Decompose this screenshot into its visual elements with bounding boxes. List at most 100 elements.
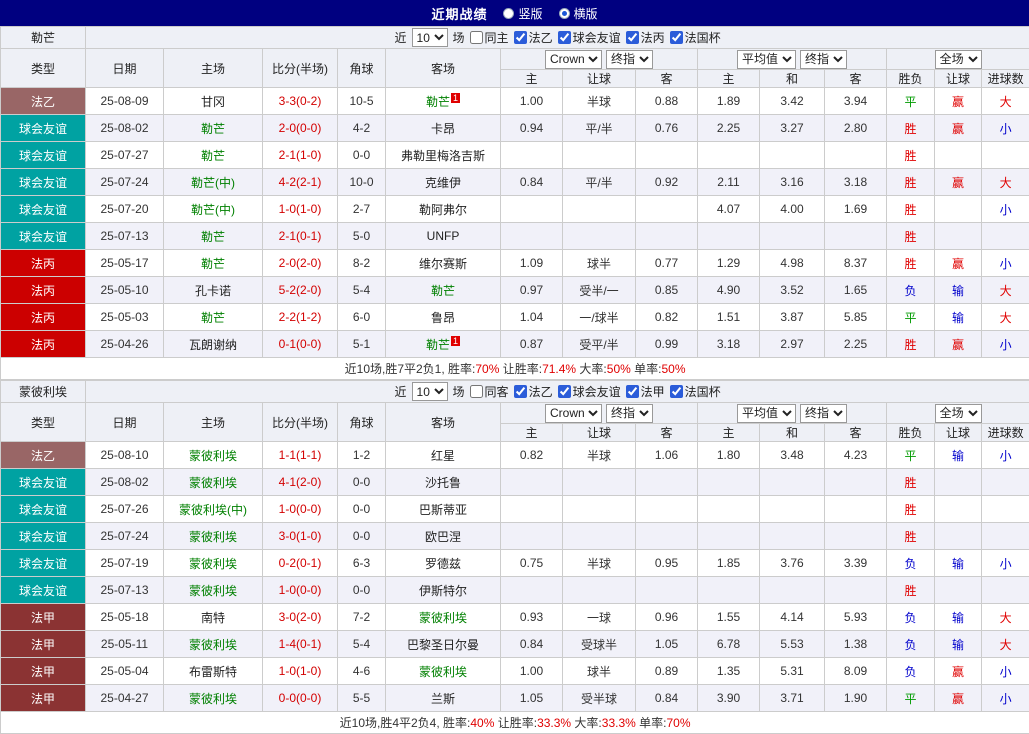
same-home-filter[interactable]: 同主 xyxy=(470,29,509,46)
score[interactable]: 1-0(1-0) xyxy=(263,196,338,223)
score[interactable]: 1-0(1-0) xyxy=(263,658,338,685)
odds-stage-select[interactable]: 终指 xyxy=(606,404,653,423)
league-checkbox[interactable] xyxy=(558,385,571,398)
away-team[interactable]: 维尔赛斯 xyxy=(386,250,501,277)
score[interactable]: 3-0(1-0) xyxy=(263,523,338,550)
home-team[interactable]: 甘冈 xyxy=(164,88,263,115)
home-team[interactable]: 勒芒 xyxy=(164,142,263,169)
score[interactable]: 0-1(0-0) xyxy=(263,331,338,358)
league-filter-option[interactable]: 法丙 xyxy=(626,29,665,46)
radio-horizontal-icon[interactable] xyxy=(559,8,570,19)
home-team[interactable]: 蒙彼利埃 xyxy=(164,577,263,604)
away-team[interactable]: 兰斯 xyxy=(386,685,501,712)
league-checkbox[interactable] xyxy=(670,385,683,398)
away-team[interactable]: 蒙彼利埃 xyxy=(386,658,501,685)
home-team[interactable]: 勒芒(中) xyxy=(164,169,263,196)
away-team[interactable]: 欧巴涅 xyxy=(386,523,501,550)
odds-source-select[interactable]: Crown xyxy=(545,404,602,423)
away-team[interactable]: 蒙彼利埃 xyxy=(386,604,501,631)
average-select[interactable]: 平均值 xyxy=(737,404,796,423)
league-filter-option[interactable]: 球会友谊 xyxy=(558,29,621,46)
home-team[interactable]: 勒芒 xyxy=(164,115,263,142)
score[interactable]: 1-0(0-0) xyxy=(263,577,338,604)
home-team[interactable]: 蒙彼利埃 xyxy=(164,550,263,577)
league-checkbox[interactable] xyxy=(514,385,527,398)
goals-result-cell: 大 xyxy=(982,631,1029,658)
odds-source-select[interactable]: Crown xyxy=(545,50,602,69)
layout-option-horizontal[interactable]: 横版 xyxy=(559,5,598,22)
away-team[interactable]: UNFP xyxy=(386,223,501,250)
avg-draw-odds: 2.97 xyxy=(760,331,825,358)
score[interactable]: 0-0(0-0) xyxy=(263,685,338,712)
avg-away-odds: 5.85 xyxy=(825,304,887,331)
league-checkbox[interactable] xyxy=(558,31,571,44)
match-count-select[interactable]: 10 xyxy=(412,28,448,47)
same-away-checkbox[interactable] xyxy=(470,385,483,398)
score[interactable]: 5-2(2-0) xyxy=(263,277,338,304)
scope-select[interactable]: 全场 xyxy=(935,404,982,423)
away-team-name: UNFP xyxy=(427,229,460,243)
scope-select[interactable]: 全场 xyxy=(935,50,982,69)
away-team[interactable]: 沙托鲁 xyxy=(386,469,501,496)
home-team[interactable]: 蒙彼利埃(中) xyxy=(164,496,263,523)
home-team[interactable]: 蒙彼利埃 xyxy=(164,469,263,496)
same-home-checkbox[interactable] xyxy=(470,31,483,44)
score[interactable]: 2-1(1-0) xyxy=(263,142,338,169)
league-filter-option[interactable]: 法国杯 xyxy=(670,29,721,46)
away-team[interactable]: 卡昂 xyxy=(386,115,501,142)
league-filter-option[interactable]: 法乙 xyxy=(514,383,553,400)
score[interactable]: 3-3(0-2) xyxy=(263,88,338,115)
away-team[interactable]: 克维伊 xyxy=(386,169,501,196)
layout-option-vertical[interactable]: 竖版 xyxy=(503,5,542,22)
home-team[interactable]: 勒芒 xyxy=(164,304,263,331)
match-count-select[interactable]: 10 xyxy=(412,382,448,401)
home-team[interactable]: 蒙彼利埃 xyxy=(164,523,263,550)
home-team[interactable]: 勒芒 xyxy=(164,250,263,277)
away-team[interactable]: 弗勒里梅洛吉斯 xyxy=(386,142,501,169)
away-team[interactable]: 罗德兹 xyxy=(386,550,501,577)
league-filter-option[interactable]: 球会友谊 xyxy=(558,383,621,400)
home-team[interactable]: 勒芒 xyxy=(164,223,263,250)
league-checkbox[interactable] xyxy=(626,31,639,44)
league-checkbox[interactable] xyxy=(514,31,527,44)
home-team[interactable]: 蒙彼利埃 xyxy=(164,631,263,658)
average-stage-select[interactable]: 终指 xyxy=(800,50,847,69)
home-team[interactable]: 南特 xyxy=(164,604,263,631)
league-checkbox[interactable] xyxy=(670,31,683,44)
league-filter-option[interactable]: 法国杯 xyxy=(670,383,721,400)
league-filter-option[interactable]: 法甲 xyxy=(626,383,665,400)
home-team[interactable]: 瓦朗谢纳 xyxy=(164,331,263,358)
away-team[interactable]: 勒阿弗尔 xyxy=(386,196,501,223)
home-team[interactable]: 孔卡诺 xyxy=(164,277,263,304)
home-team[interactable]: 勒芒(中) xyxy=(164,196,263,223)
score[interactable]: 2-0(2-0) xyxy=(263,250,338,277)
odds-stage-select[interactable]: 终指 xyxy=(606,50,653,69)
away-team[interactable]: 鲁昂 xyxy=(386,304,501,331)
score[interactable]: 2-0(0-0) xyxy=(263,115,338,142)
away-team[interactable]: 伊斯特尔 xyxy=(386,577,501,604)
score[interactable]: 1-1(1-1) xyxy=(263,442,338,469)
score[interactable]: 2-2(1-2) xyxy=(263,304,338,331)
league-filter-option[interactable]: 法乙 xyxy=(514,29,553,46)
radio-vertical-icon[interactable] xyxy=(503,8,514,19)
score[interactable]: 3-0(2-0) xyxy=(263,604,338,631)
same-away-filter[interactable]: 同客 xyxy=(470,383,509,400)
score[interactable]: 1-4(0-1) xyxy=(263,631,338,658)
home-team[interactable]: 布雷斯特 xyxy=(164,658,263,685)
score[interactable]: 1-0(0-0) xyxy=(263,496,338,523)
score[interactable]: 0-2(0-1) xyxy=(263,550,338,577)
away-team[interactable]: 勒芒1 xyxy=(386,331,501,358)
home-team[interactable]: 蒙彼利埃 xyxy=(164,685,263,712)
league-checkbox[interactable] xyxy=(626,385,639,398)
score[interactable]: 4-2(2-1) xyxy=(263,169,338,196)
away-team[interactable]: 红星 xyxy=(386,442,501,469)
score[interactable]: 4-1(2-0) xyxy=(263,469,338,496)
home-team[interactable]: 蒙彼利埃 xyxy=(164,442,263,469)
score[interactable]: 2-1(0-1) xyxy=(263,223,338,250)
average-select[interactable]: 平均值 xyxy=(737,50,796,69)
away-team[interactable]: 勒芒 xyxy=(386,277,501,304)
away-team[interactable]: 巴黎圣日尔曼 xyxy=(386,631,501,658)
average-stage-select[interactable]: 终指 xyxy=(800,404,847,423)
away-team[interactable]: 巴斯蒂亚 xyxy=(386,496,501,523)
away-team[interactable]: 勒芒1 xyxy=(386,88,501,115)
